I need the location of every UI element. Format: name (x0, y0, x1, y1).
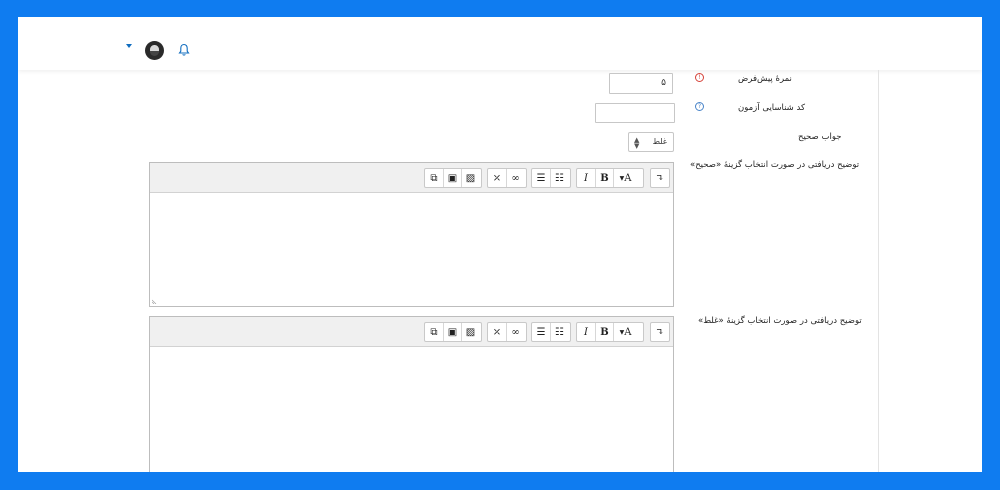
font-color-label: A (624, 326, 632, 338)
toolbar-format-group: I B ▼ A (576, 322, 644, 342)
feedback-true-label: توضیح دریافتی در صورت انتخاب گزینهٔ «صحی… (690, 160, 860, 170)
unordered-list-icon[interactable]: ☷ (550, 323, 568, 341)
toolbar-files-group: ⧉ ▣ ▨ (424, 168, 482, 188)
feedback-false-label: توضیح دریافتی در صورت انتخاب گزینهٔ «غلط… (698, 316, 862, 326)
link-icon[interactable]: ∞ (506, 169, 524, 187)
toolbar-link-group: ⤫ ∞ (487, 322, 527, 342)
toolbar-files-group: ⧉ ▣ ▨ (424, 322, 482, 342)
image-icon[interactable]: ▨ (461, 323, 479, 341)
select-arrows-icon: ▲ ▼ (634, 136, 640, 150)
help-icon[interactable]: ? (695, 102, 704, 111)
correct-answer-selected: غلط (652, 137, 667, 146)
unordered-list-icon[interactable]: ☷ (550, 169, 568, 187)
collapse-toolbar-icon[interactable]: ↴ (651, 169, 669, 187)
editor-toolbar: ⧉ ▣ ▨ ⤫ ∞ ☰ ☷ I B ▼ A ↴ (150, 317, 673, 347)
browser-frame: نمرهٔ پیش‌فرض ! ۵ کد شناسایی آزمون ? جوا… (18, 17, 982, 472)
editor-toolbar: ⧉ ▣ ▨ ⤫ ∞ ☰ ☷ I B ▼ A ↴ (150, 163, 673, 193)
unlink-icon[interactable]: ⤫ (488, 323, 506, 341)
italic-button[interactable]: I (577, 323, 595, 341)
toolbar-format-group: I B ▼ A (576, 168, 644, 188)
feedback-false-editor[interactable]: ⧉ ▣ ▨ ⤫ ∞ ☰ ☷ I B ▼ A ↴ (149, 316, 674, 472)
unlink-icon[interactable]: ⤫ (488, 169, 506, 187)
user-avatar[interactable] (145, 41, 164, 60)
question-id-input[interactable] (595, 103, 675, 123)
toolbar-list-group: ☰ ☷ (531, 168, 571, 188)
media-icon[interactable]: ▣ (443, 323, 461, 341)
ordered-list-icon[interactable]: ☰ (532, 169, 550, 187)
top-navbar (18, 17, 982, 70)
column-divider (878, 70, 879, 472)
default-mark-label: نمرهٔ پیش‌فرض (738, 74, 792, 84)
font-color-label: A (624, 172, 632, 184)
collapse-toolbar-icon[interactable]: ↴ (651, 323, 669, 341)
feedback-true-editor[interactable]: ⧉ ▣ ▨ ⤫ ∞ ☰ ☷ I B ▼ A ↴ (149, 162, 674, 307)
ordered-list-icon[interactable]: ☰ (532, 323, 550, 341)
bold-button[interactable]: B (595, 169, 613, 187)
media-icon[interactable]: ▣ (443, 169, 461, 187)
font-color-button[interactable]: ▼ A (613, 169, 637, 187)
toolbar-collapse-group: ↴ (650, 322, 670, 342)
link-icon[interactable]: ∞ (506, 323, 524, 341)
bold-button[interactable]: B (595, 323, 613, 341)
required-icon[interactable]: ! (695, 73, 704, 82)
manage-files-icon[interactable]: ⧉ (425, 169, 443, 187)
avatar-beard (150, 51, 159, 56)
toolbar-collapse-group: ↴ (650, 168, 670, 188)
page-content: نمرهٔ پیش‌فرض ! ۵ کد شناسایی آزمون ? جوا… (18, 17, 982, 472)
toolbar-link-group: ⤫ ∞ (487, 168, 527, 188)
correct-answer-select[interactable]: غلط ▲ ▼ (628, 132, 674, 152)
image-icon[interactable]: ▨ (461, 169, 479, 187)
correct-answer-label: جواب صحیح (798, 132, 842, 142)
toolbar-list-group: ☰ ☷ (531, 322, 571, 342)
user-menu-caret-icon[interactable] (126, 44, 134, 50)
bell-icon[interactable] (178, 43, 190, 57)
default-mark-input[interactable]: ۵ (609, 73, 673, 94)
font-color-button[interactable]: ▼ A (613, 323, 637, 341)
manage-files-icon[interactable]: ⧉ (425, 323, 443, 341)
question-id-label: کد شناسایی آزمون (738, 103, 806, 113)
italic-button[interactable]: I (577, 169, 595, 187)
resize-grip-icon[interactable] (152, 298, 158, 304)
